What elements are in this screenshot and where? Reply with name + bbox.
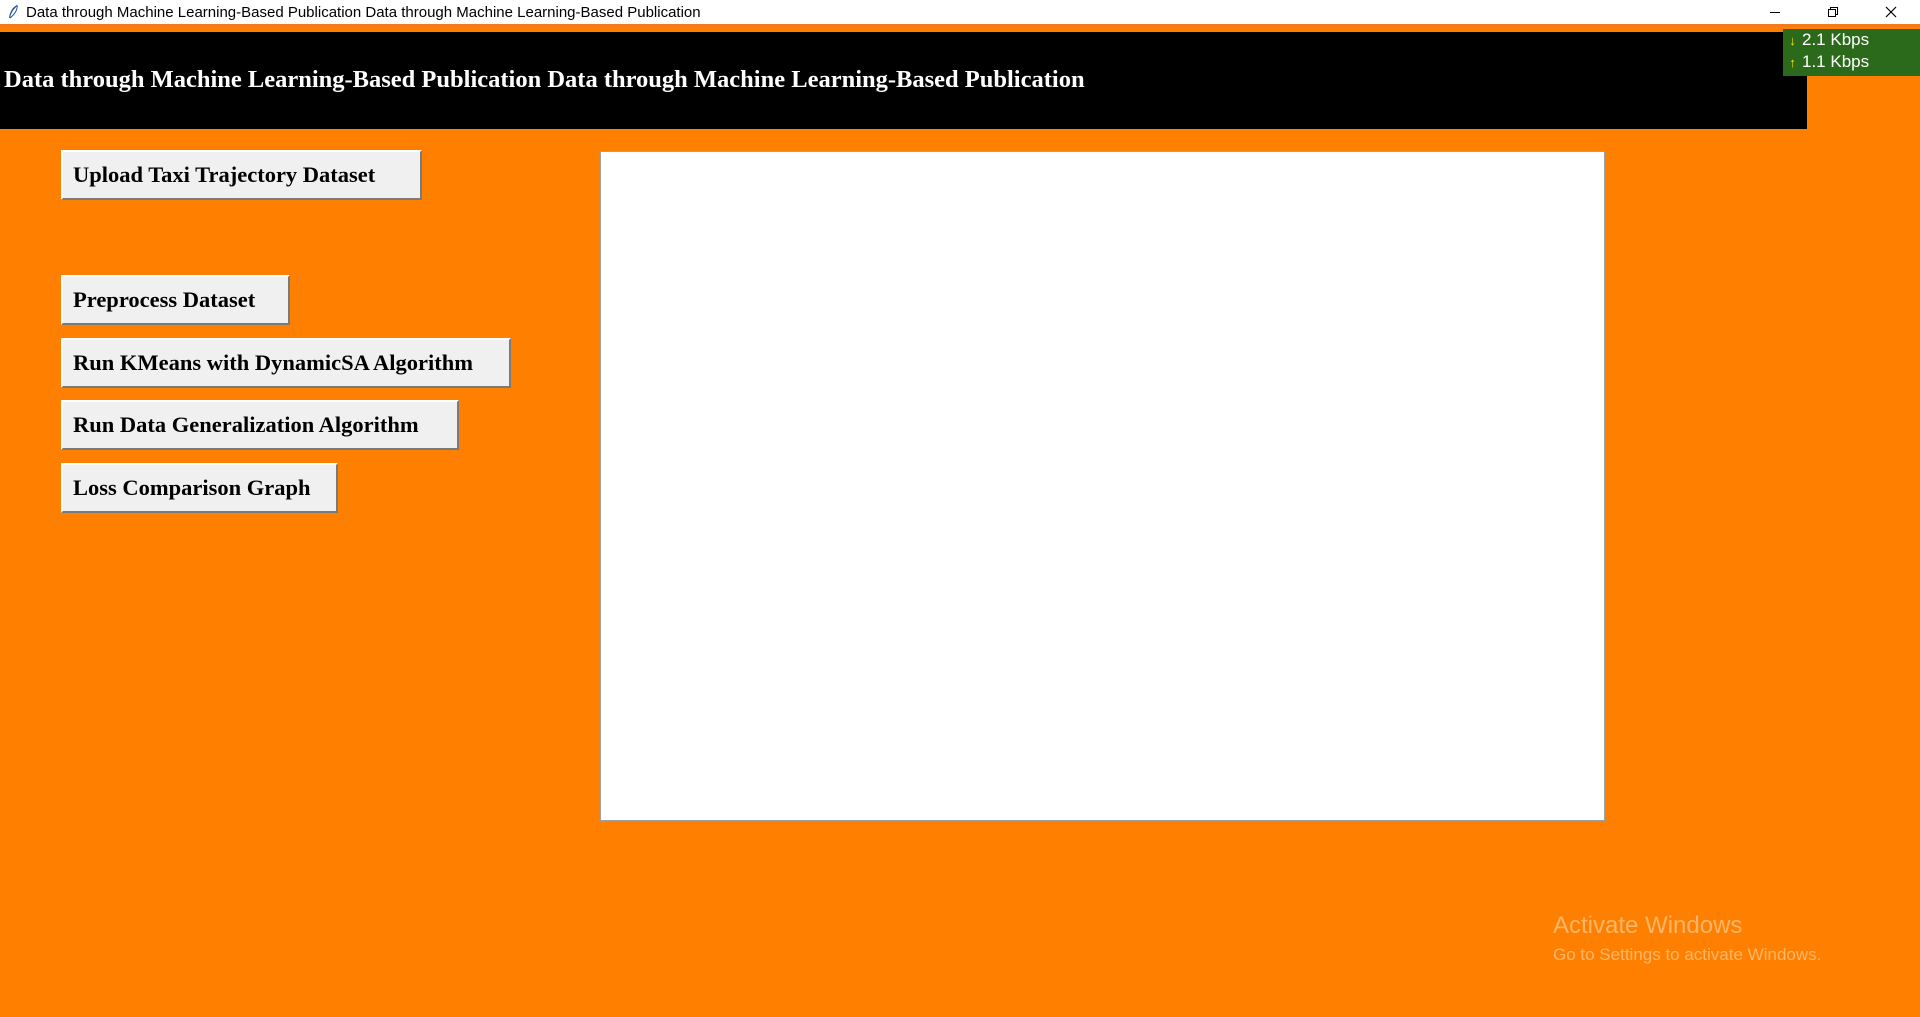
upload-arrow-icon: ↑ (1789, 54, 1796, 70)
window-controls (1746, 0, 1920, 24)
activate-windows-watermark: Activate Windows Go to Settings to activ… (1553, 911, 1821, 967)
upload-speed-row: ↑ 1.1 Kbps (1788, 52, 1869, 72)
window-titlebar[interactable]: Data through Machine Learning-Based Publ… (0, 0, 1920, 24)
run-kmeans-button[interactable]: Run KMeans with DynamicSA Algorithm (61, 338, 511, 388)
preprocess-dataset-button[interactable]: Preprocess Dataset (61, 275, 290, 325)
upload-speed: 1.1 Kbps (1802, 52, 1870, 71)
download-arrow-icon: ↓ (1789, 32, 1796, 48)
run-generalization-button[interactable]: Run Data Generalization Algorithm (61, 400, 459, 450)
loss-graph-button[interactable]: Loss Comparison Graph (61, 463, 338, 513)
restore-icon (1828, 7, 1838, 17)
watermark-title: Activate Windows (1553, 912, 1743, 939)
output-text-area[interactable] (600, 151, 1605, 821)
download-speed-row: ↓ 2.1 Kbps (1788, 30, 1869, 50)
close-button[interactable] (1862, 0, 1920, 24)
watermark-subtitle: Go to Settings to activate Windows. (1553, 945, 1822, 964)
restore-button[interactable] (1804, 0, 1862, 24)
app-heading-bar: Data through Machine Learning-Based Publ… (0, 32, 1807, 129)
download-speed: 2.1 Kbps (1802, 30, 1870, 49)
window-title: Data through Machine Learning-Based Publ… (26, 3, 701, 21)
minimize-icon (1770, 12, 1780, 13)
close-icon (1885, 6, 1897, 18)
upload-dataset-button[interactable]: Upload Taxi Trajectory Dataset (61, 150, 422, 200)
app-heading: Data through Machine Learning-Based Publ… (4, 66, 1085, 93)
feather-icon (5, 4, 21, 20)
network-speed-widget: ↓ 2.1 Kbps ↑ 1.1 Kbps (1783, 29, 1920, 76)
window-frame-border (0, 24, 1920, 27)
minimize-button[interactable] (1746, 0, 1804, 24)
